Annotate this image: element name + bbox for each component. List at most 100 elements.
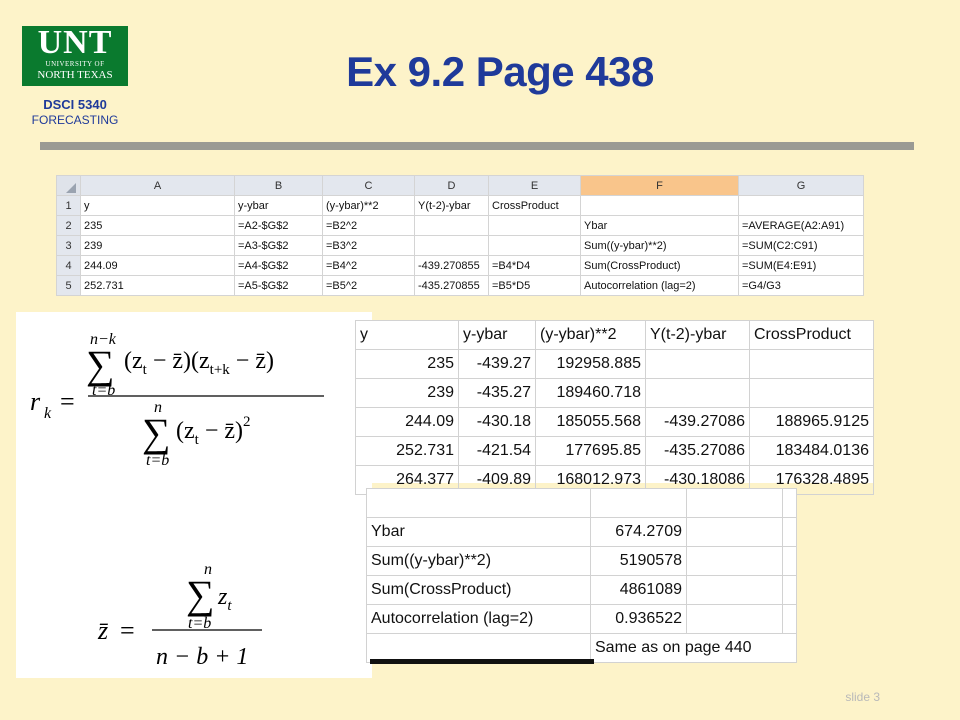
slide-title: Ex 9.2 Page 438 (346, 48, 654, 95)
values-header-cell[interactable]: CrossProduct (749, 320, 874, 350)
cell[interactable]: =A2-$G$2 (234, 215, 323, 236)
cell-border-thick (370, 659, 594, 664)
stats-note-cell[interactable]: Same as on page 440 (590, 633, 797, 663)
values-cell[interactable] (749, 349, 874, 379)
cell[interactable] (488, 215, 581, 236)
values-cell[interactable]: -439.27086 (645, 407, 750, 437)
cell[interactable]: =B2^2 (322, 215, 415, 236)
values-cell[interactable]: 183484.0136 (749, 436, 874, 466)
stats-blank-cell[interactable] (686, 517, 783, 547)
column-header[interactable]: D (414, 175, 489, 196)
cell[interactable]: 235 (80, 215, 235, 236)
cell[interactable]: =SUM(E4:E91) (738, 255, 864, 276)
values-cell[interactable]: 252.731 (355, 436, 459, 466)
select-all-corner[interactable] (56, 175, 81, 196)
cell[interactable]: =B3^2 (322, 235, 415, 256)
row-header[interactable]: 3 (56, 235, 81, 256)
cell[interactable]: Sum((y-ybar)**2) (580, 235, 739, 256)
stats-label-cell[interactable]: Sum((y-ybar)**2) (366, 546, 591, 576)
logo-main-text: UNT (37, 24, 113, 61)
values-cell[interactable] (645, 378, 750, 408)
column-header[interactable]: B (234, 175, 323, 196)
values-cell[interactable]: 189460.718 (535, 378, 646, 408)
stats-value-cell[interactable]: 5190578 (590, 546, 687, 576)
row-header[interactable]: 4 (56, 255, 81, 276)
cell[interactable] (414, 235, 489, 256)
cell[interactable]: 244.09 (80, 255, 235, 276)
column-header[interactable]: G (738, 175, 864, 196)
cell[interactable] (738, 195, 864, 216)
column-header-selected[interactable]: F (580, 175, 739, 196)
stats-blank-cell[interactable] (686, 488, 783, 518)
column-header[interactable]: A (80, 175, 235, 196)
values-header-cell[interactable]: y (355, 320, 459, 350)
formula-panel: r k = n−k ∑ t=b (zt − z̄)(zt+k − z̄) n ∑… (16, 312, 372, 678)
row-header[interactable]: 5 (56, 275, 81, 296)
cell[interactable]: (y-ybar)**2 (322, 195, 415, 216)
cell[interactable]: =B5^2 (322, 275, 415, 296)
values-header-cell[interactable]: (y-ybar)**2 (535, 320, 646, 350)
stats-blank-cell[interactable] (782, 488, 797, 518)
cell[interactable]: Autocorrelation (lag=2) (580, 275, 739, 296)
stats-value-cell[interactable]: 4861089 (590, 575, 687, 605)
cell[interactable]: Y(t-2)-ybar (414, 195, 489, 216)
stats-label-cell[interactable]: Ybar (366, 517, 591, 547)
values-cell[interactable]: -435.27 (458, 378, 536, 408)
values-cell[interactable]: 235 (355, 349, 459, 379)
values-cell[interactable] (749, 378, 874, 408)
values-row: 239 -435.27 189460.718 (355, 378, 874, 408)
column-header[interactable]: E (488, 175, 581, 196)
row-header[interactable]: 1 (56, 195, 81, 216)
values-cell[interactable]: 244.09 (355, 407, 459, 437)
cell[interactable]: =AVERAGE(A2:A91) (738, 215, 864, 236)
cell[interactable]: -439.270855 (414, 255, 489, 276)
stats-blank-cell[interactable] (782, 575, 797, 605)
stats-blank-cell[interactable] (686, 575, 783, 605)
values-cell[interactable]: 185055.568 (535, 407, 646, 437)
stats-blank-cell[interactable] (366, 488, 591, 518)
cell[interactable]: =B5*D5 (488, 275, 581, 296)
values-cell[interactable]: 192958.885 (535, 349, 646, 379)
stats-label-cell[interactable]: Autocorrelation (lag=2) (366, 604, 591, 634)
values-cell[interactable] (645, 349, 750, 379)
cell[interactable]: y-ybar (234, 195, 323, 216)
stats-blank-cell[interactable] (782, 546, 797, 576)
stats-value-cell[interactable]: 674.2709 (590, 517, 687, 547)
cell[interactable]: Ybar (580, 215, 739, 236)
stats-blank-cell[interactable] (782, 517, 797, 547)
cell[interactable]: =B4*D4 (488, 255, 581, 276)
values-cell[interactable]: -421.54 (458, 436, 536, 466)
zbar-equals: = (120, 616, 135, 645)
values-cell[interactable]: 188965.9125 (749, 407, 874, 437)
cell[interactable]: =B4^2 (322, 255, 415, 276)
column-header[interactable]: C (322, 175, 415, 196)
cell[interactable]: -435.270855 (414, 275, 489, 296)
values-cell[interactable]: -430.18 (458, 407, 536, 437)
stats-blank-cell[interactable] (686, 604, 783, 634)
stats-blank-cell[interactable] (590, 488, 687, 518)
cell[interactable]: y (80, 195, 235, 216)
values-cell[interactable]: 239 (355, 378, 459, 408)
stats-blank-cell[interactable] (686, 546, 783, 576)
cell[interactable]: =G4/G3 (738, 275, 864, 296)
values-cell[interactable]: 177695.85 (535, 436, 646, 466)
cell[interactable]: =SUM(C2:C91) (738, 235, 864, 256)
cell[interactable]: CrossProduct (488, 195, 581, 216)
values-cell[interactable]: -439.27 (458, 349, 536, 379)
cell[interactable] (580, 195, 739, 216)
values-header-cell[interactable]: y-ybar (458, 320, 536, 350)
stats-value-cell[interactable]: 0.936522 (590, 604, 687, 634)
cell[interactable] (488, 235, 581, 256)
cell[interactable]: =A5-$G$2 (234, 275, 323, 296)
cell[interactable]: 239 (80, 235, 235, 256)
cell[interactable]: Sum(CrossProduct) (580, 255, 739, 276)
row-header[interactable]: 2 (56, 215, 81, 236)
cell[interactable]: =A4-$G$2 (234, 255, 323, 276)
stats-blank-cell[interactable] (782, 604, 797, 634)
stats-label-cell[interactable]: Sum(CrossProduct) (366, 575, 591, 605)
values-cell[interactable]: -435.27086 (645, 436, 750, 466)
cell[interactable] (414, 215, 489, 236)
values-header-cell[interactable]: Y(t-2)-ybar (645, 320, 750, 350)
cell[interactable]: 252.731 (80, 275, 235, 296)
cell[interactable]: =A3-$G$2 (234, 235, 323, 256)
